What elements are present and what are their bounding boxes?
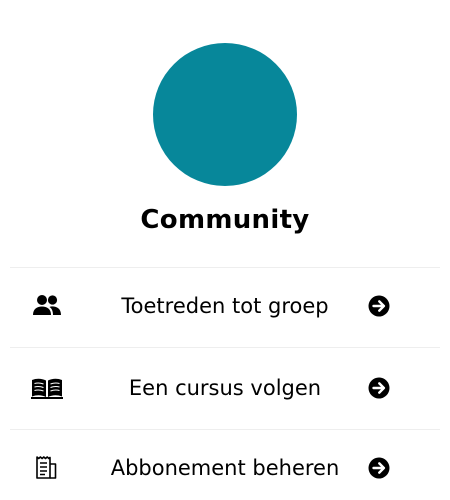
menu-item-join-group[interactable]: Toetreden tot groep [0, 275, 450, 337]
page-title: Community [140, 205, 310, 235]
divider [10, 429, 440, 430]
menu-item-label: Abbonement beheren [110, 456, 340, 480]
arrow-right-circle-icon[interactable] [368, 377, 390, 399]
arrow-right-circle-icon[interactable] [368, 457, 390, 479]
menu-item-label: Een cursus volgen [128, 376, 322, 400]
divider [10, 347, 440, 348]
users-icon [31, 291, 63, 321]
divider [10, 267, 440, 268]
avatar [153, 43, 297, 186]
receipt-icon [31, 453, 63, 483]
menu-item-manage-subscription[interactable]: Abbonement beheren [0, 437, 450, 499]
arrow-right-circle-icon[interactable] [368, 295, 390, 317]
menu-item-follow-course[interactable]: Een cursus volgen [0, 357, 450, 419]
book-open-icon [31, 373, 63, 403]
menu-item-label: Toetreden tot groep [121, 294, 329, 318]
